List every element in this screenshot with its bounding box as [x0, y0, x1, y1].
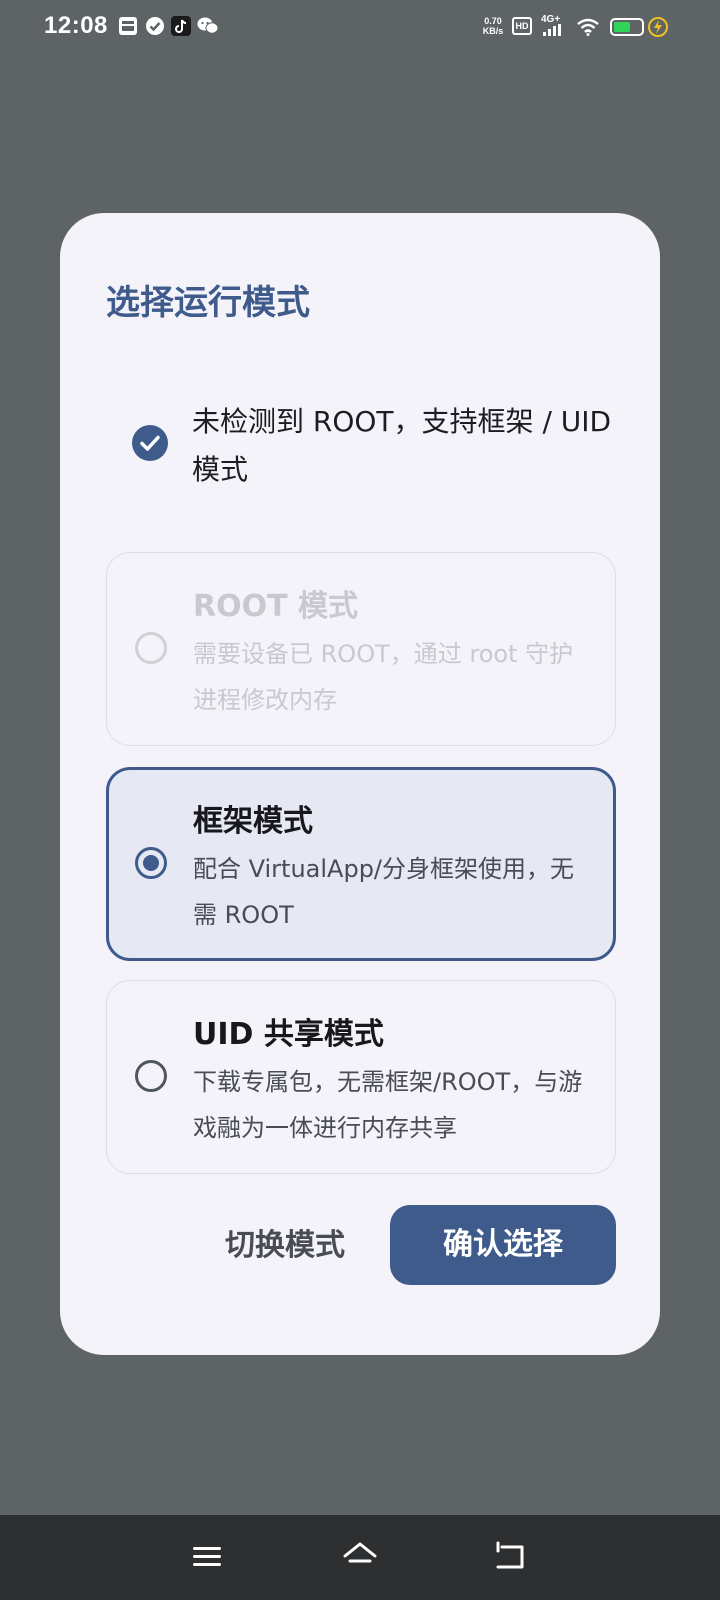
- radio-dot: [143, 855, 159, 871]
- switch-mode-button[interactable]: 切换模式: [200, 1216, 370, 1276]
- home-icon[interactable]: [342, 1539, 378, 1573]
- network-speed-value: 0.70: [484, 16, 502, 26]
- status-time: 12:08: [44, 12, 108, 39]
- hd-badge: HD: [512, 17, 532, 35]
- confirm-button[interactable]: 确认选择: [390, 1205, 616, 1285]
- wechat-icon: [197, 17, 219, 34]
- navigation-bar: [0, 1515, 720, 1600]
- check-badge-icon: [146, 17, 164, 35]
- signal-bars-icon: [543, 24, 561, 36]
- option-title: ROOT 模式: [193, 589, 359, 624]
- option-root-mode[interactable]: ROOT 模式 需要设备已 ROOT，通过 root 守护进程修改内存: [106, 552, 616, 746]
- tiktok-icon: [171, 16, 191, 36]
- detection-text: 未检测到 ROOT，支持框架 / UID 模式: [192, 405, 612, 486]
- option-title: UID 共享模式: [193, 1017, 384, 1052]
- mode-select-dialog: 选择运行模式 未检测到 ROOT，支持框架 / UID 模式 ROOT 模式 需…: [60, 213, 660, 1355]
- network-speed-unit: KB/s: [482, 26, 504, 36]
- option-description: 下载专属包，无需框架/ROOT，与游戏融为一体进行内存共享: [193, 1068, 583, 1142]
- dialog-title: 选择运行模式: [106, 283, 310, 323]
- wifi-icon: [577, 18, 599, 36]
- status-bar: 12:08 0.70 KB/s HD 4G+: [0, 0, 720, 56]
- back-icon[interactable]: [494, 1539, 528, 1573]
- option-title: 框架模式: [193, 804, 313, 839]
- option-uid-mode[interactable]: UID 共享模式 下载专属包，无需框架/ROOT，与游戏融为一体进行内存共享: [106, 980, 616, 1174]
- radio-unselected-icon: [135, 1060, 167, 1092]
- gallery-icon: [119, 17, 137, 35]
- option-description: 需要设备已 ROOT，通过 root 守护进程修改内存: [193, 640, 574, 714]
- option-framework-mode[interactable]: 框架模式 配合 VirtualApp/分身框架使用，无需 ROOT: [106, 767, 616, 961]
- radio-selected-icon: [135, 847, 167, 879]
- network-speed: 0.70 KB/s: [480, 16, 506, 36]
- charging-icon: [648, 17, 668, 37]
- option-description: 配合 VirtualApp/分身框架使用，无需 ROOT: [193, 855, 575, 929]
- battery-indicator: [610, 18, 644, 36]
- menu-icon[interactable]: [192, 1539, 222, 1573]
- battery-level: [614, 22, 630, 32]
- radio-unselected-icon: [135, 632, 167, 664]
- check-circle-icon: [132, 425, 168, 461]
